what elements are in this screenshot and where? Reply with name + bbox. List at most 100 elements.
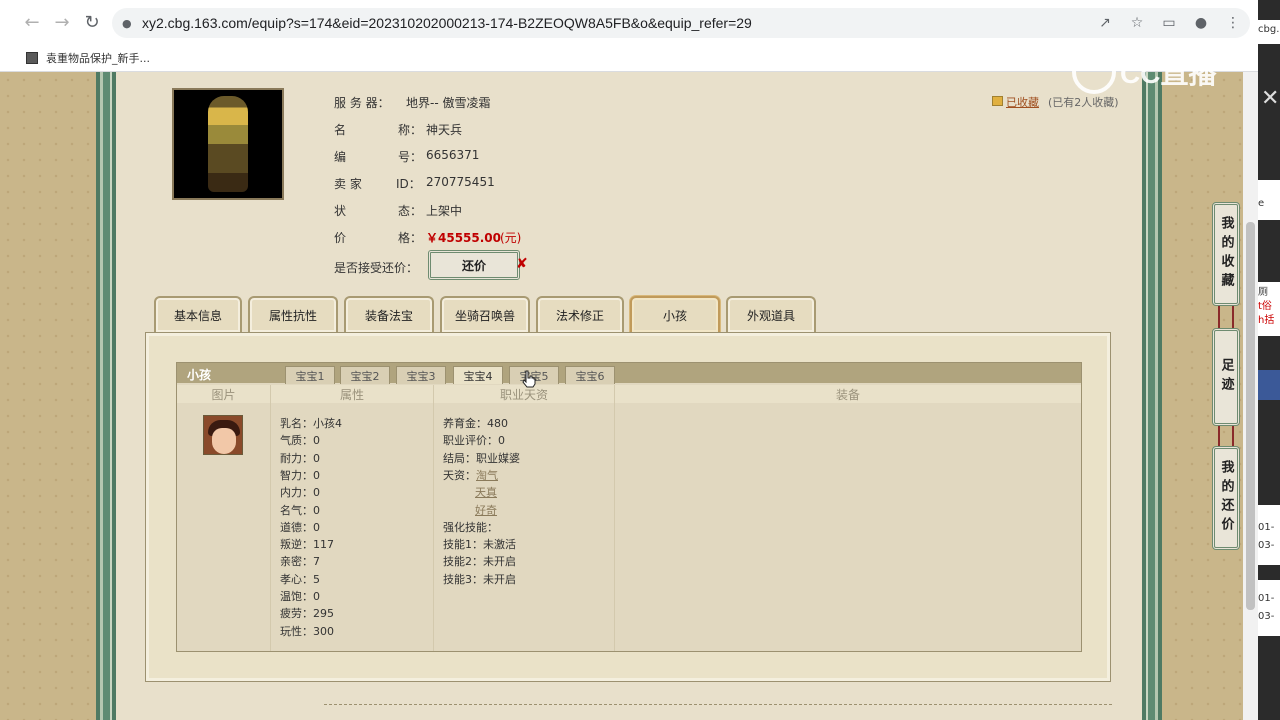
browser-toolbar: ← → ↻ ● xy2.cbg.163.com/equip?s=174&eid=… — [0, 0, 1258, 44]
column-header-image: 图片 — [177, 385, 270, 403]
skill-row: 技能1：未激活 — [443, 538, 516, 552]
bargain-button[interactable]: 还价 — [428, 250, 520, 280]
footprints-button[interactable]: 足迹 — [1212, 328, 1240, 426]
server-value: 地界-- 傲雪凌霜 — [406, 96, 491, 110]
attribute-row: 温饱：0 — [280, 590, 320, 603]
bookmarks-bar: 袁重物品保护_新手... — [0, 44, 1258, 72]
bookmark-favicon-icon — [26, 51, 38, 64]
id-value: 6656371 — [426, 148, 480, 162]
sidebar-icon[interactable]: ▭ — [1158, 12, 1180, 34]
bookmark-item[interactable]: 袁重物品保护_新手... — [46, 50, 150, 66]
column-header-attributes: 属性 — [271, 385, 433, 403]
column-header-equipment: 装备 — [615, 385, 1081, 403]
career-row: 职业评价：0 — [443, 434, 505, 448]
tab-attributes[interactable]: 属性抗性 — [248, 296, 338, 332]
subtab-baby-4[interactable]: 宝宝4 — [453, 366, 503, 384]
status-label-a: 状 — [334, 204, 347, 218]
career-row: 结局：职业媒婆 — [443, 451, 520, 465]
status-label-b: 态： — [398, 204, 423, 218]
tab-basic-info[interactable]: 基本信息 — [154, 296, 242, 332]
left-border-decoration — [96, 72, 116, 720]
scrollbar-thumb[interactable] — [1246, 222, 1255, 610]
page-scrollbar[interactable] — [1243, 72, 1258, 720]
watermark: CC直播 — [1072, 50, 1216, 94]
name-value: 神天兵 — [426, 123, 463, 137]
subtab-baby-1[interactable]: 宝宝1 — [285, 366, 335, 384]
attribute-row: 疲劳：295 — [280, 607, 334, 621]
attribute-row: 孝心：5 — [280, 572, 320, 586]
price-unit: (元) — [500, 231, 522, 245]
character-figure — [208, 96, 248, 192]
side-text: 厕 t俗 h括 — [1258, 282, 1280, 336]
talent-link[interactable]: 天真 — [475, 484, 497, 500]
attribute-row: 玩性：300 — [280, 624, 334, 638]
id-label-a: 编 — [334, 150, 347, 164]
profile-icon[interactable]: ● — [1190, 12, 1212, 34]
subtab-baby-3[interactable]: 宝宝3 — [396, 366, 446, 384]
lock-icon: ● — [122, 16, 132, 30]
career-row: 天资：淘气 — [443, 468, 498, 482]
talent-link[interactable]: 好奇 — [475, 502, 497, 518]
my-favorites-button[interactable]: 我的收藏 — [1212, 202, 1240, 306]
reload-icon[interactable]: ↻ — [78, 8, 106, 36]
side-text: e — [1258, 180, 1280, 220]
skill-row: 技能2：未开启 — [443, 555, 516, 569]
attribute-row: 叛逆：117 — [280, 538, 334, 552]
price-label-a: 价 — [334, 231, 347, 245]
share-icon[interactable]: ↗ — [1094, 12, 1116, 34]
name-label-a: 名 — [334, 123, 347, 137]
subtab-baby-6[interactable]: 宝宝6 — [565, 366, 615, 384]
tab-equipment[interactable]: 装备法宝 — [344, 296, 434, 332]
menu-icon[interactable]: ⋮ — [1222, 12, 1244, 34]
status-value: 上架中 — [426, 204, 463, 218]
page-content: 服 务 器： 地界-- 傲雪凌霜 名 称： 神天兵 编 号： 6656371 卖… — [0, 72, 1243, 720]
subtab-baby-2[interactable]: 宝宝2 — [340, 366, 390, 384]
server-label: 服 务 器： — [334, 96, 390, 110]
attribute-row: 道德：0 — [280, 520, 320, 534]
skill-row: 技能3：未开启 — [443, 572, 516, 586]
main-content: 服 务 器： 地界-- 傲雪凌霜 名 称： 神天兵 编 号： 6656371 卖… — [116, 72, 1142, 720]
seller-label-a: 卖 家 — [334, 177, 362, 191]
attribute-row: 智力：0 — [280, 468, 320, 482]
attribute-row: 气质：0 — [280, 434, 320, 448]
back-arrow-icon[interactable]: ← — [18, 8, 46, 36]
right-border-decoration — [1142, 72, 1162, 720]
favorite-icon — [992, 96, 1003, 106]
star-icon[interactable]: ☆ — [1126, 12, 1148, 34]
hand-cursor-icon — [522, 370, 536, 388]
favorite-link[interactable]: 已收藏 — [1006, 94, 1039, 110]
attribute-row: 内力：0 — [280, 486, 320, 500]
skills-label: 强化技能： — [443, 520, 498, 534]
children-panel: 小孩 宝宝1 宝宝2 宝宝3 宝宝4 宝宝5 宝宝6 图片 属性 职业天资 装备 — [145, 332, 1111, 682]
watermark-logo-icon — [1072, 50, 1116, 94]
seller-label-b: ID： — [396, 177, 421, 191]
item-image — [172, 88, 284, 200]
tab-spells[interactable]: 法术修正 — [536, 296, 624, 332]
my-bargains-button[interactable]: 我的还价 — [1212, 446, 1240, 550]
attribute-row: 亲密：7 — [280, 555, 320, 569]
side-text: cbg. — [1258, 20, 1280, 44]
address-bar[interactable]: ● xy2.cbg.163.com/equip?s=174&eid=202310… — [112, 8, 1250, 38]
name-label-b: 称： — [398, 123, 423, 137]
career-row: 养育金：480 — [443, 417, 508, 430]
tab-children[interactable]: 小孩 — [630, 296, 720, 332]
url-text[interactable]: xy2.cbg.163.com/equip?s=174&eid=20231020… — [142, 15, 752, 31]
close-icon[interactable]: ✕ — [1261, 86, 1279, 111]
bargain-label: 是否接受还价： — [334, 261, 419, 275]
side-text: 01- 03- — [1258, 505, 1280, 565]
bargain-close-icon: ✘ — [516, 256, 528, 272]
child-table: 小孩 宝宝1 宝宝2 宝宝3 宝宝4 宝宝5 宝宝6 图片 属性 职业天资 装备 — [176, 362, 1082, 652]
id-label-b: 号： — [398, 150, 423, 164]
tab-appearance[interactable]: 外观道具 — [726, 296, 816, 332]
price-label-b: 格： — [398, 231, 423, 245]
panel-title: 小孩 — [187, 368, 212, 382]
child-avatar — [203, 415, 243, 455]
attribute-row: 名气：0 — [280, 503, 320, 517]
seller-value: 270775451 — [426, 175, 495, 189]
favorite-count: (已有2人收藏) — [1048, 96, 1119, 109]
price-value: ￥45555.00 — [426, 231, 502, 245]
tab-mounts[interactable]: 坐骑召唤兽 — [440, 296, 530, 332]
forward-arrow-icon[interactable]: → — [48, 8, 76, 36]
side-text: 01- 03- — [1258, 580, 1280, 636]
divider — [324, 704, 1112, 705]
